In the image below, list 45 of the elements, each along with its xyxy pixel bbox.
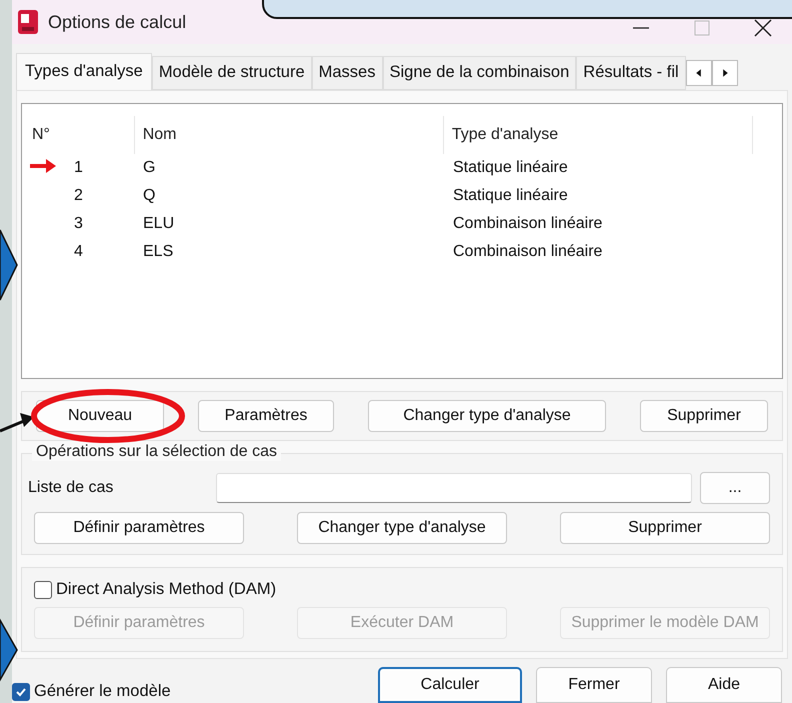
action-button[interactable]: Changer type d'analyse — [297, 512, 507, 544]
tab[interactable]: Types d'analyse — [16, 53, 152, 91]
dialog-button[interactable]: Calculer — [378, 667, 522, 703]
checkbox[interactable] — [34, 580, 52, 598]
table-cell: 1 — [74, 159, 83, 177]
column-header[interactable]: Type d'analyse — [442, 116, 752, 154]
close-icon[interactable] — [754, 19, 772, 37]
table-cell: Combinaison linéaire — [453, 215, 602, 232]
browse-button[interactable]: ... — [700, 472, 770, 504]
tab[interactable]: Résultats - fil — [576, 56, 686, 90]
table-cell: ELS — [143, 243, 174, 260]
dialog-button[interactable]: Fermer — [536, 667, 652, 703]
app-logo-icon — [18, 10, 38, 34]
pointer-arrow-icon — [0, 620, 18, 680]
field-label: Liste de cas — [28, 479, 114, 497]
window-title: Options de calcul — [48, 12, 188, 32]
checkbox-label: Direct Analysis Method (DAM) — [56, 580, 276, 599]
table-cell: ELU — [143, 215, 174, 232]
action-button[interactable]: Supprimer — [640, 400, 768, 432]
action-button[interactable]: Définir paramètres — [34, 512, 244, 544]
action-button[interactable]: Changer type d'analyse — [368, 400, 606, 432]
pointer-arrow-icon — [0, 230, 18, 300]
table-cell: 2 — [74, 187, 83, 205]
column-header[interactable]: Nom — [134, 116, 443, 154]
action-button[interactable]: Paramètres — [198, 400, 334, 432]
action-button[interactable]: Supprimer — [560, 512, 770, 544]
tab[interactable]: Masses — [312, 56, 382, 90]
tab[interactable]: Signe de la combinaison — [382, 56, 576, 90]
check-icon — [15, 686, 27, 698]
scroll-left-icon[interactable] — [686, 60, 712, 86]
action-button[interactable]: Nouveau — [36, 400, 164, 432]
column-header[interactable]: N° — [30, 116, 134, 154]
checkbox[interactable] — [12, 682, 30, 700]
group-title: Opérations sur la sélection de cas — [32, 443, 282, 461]
scroll-right-icon[interactable] — [712, 60, 738, 86]
table-cell: 4 — [74, 243, 83, 261]
table-cell: Statique linéaire — [453, 159, 568, 176]
table-cell: Combinaison linéaire — [453, 243, 602, 260]
table-cell: Q — [143, 187, 156, 204]
tab[interactable]: Modèle de structure — [152, 56, 312, 90]
table-cell: G — [143, 159, 156, 176]
dialog-button[interactable]: Aide — [666, 667, 782, 703]
checkbox-label: Générer le modèle — [34, 682, 171, 701]
table-cell: 3 — [74, 215, 83, 233]
table-cell: Statique linéaire — [453, 187, 568, 204]
